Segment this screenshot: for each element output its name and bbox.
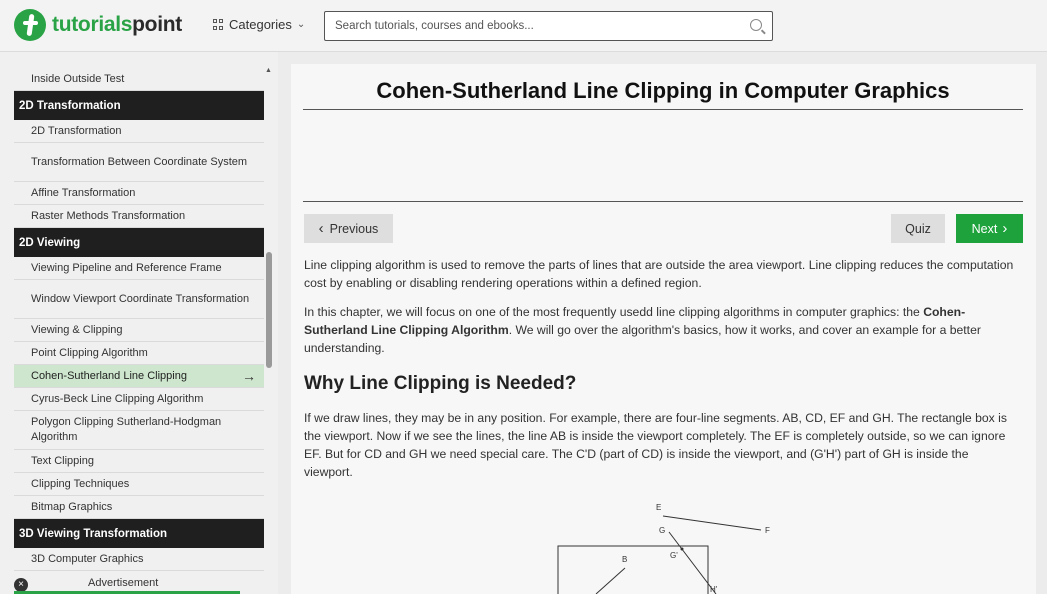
point-g-prime <box>680 547 684 551</box>
title-divider <box>303 109 1023 110</box>
logo-icon <box>14 9 46 41</box>
previous-button[interactable]: ‹ Previous <box>304 214 393 243</box>
sidebar-item[interactable]: Polygon Clipping Sutherland-Hodgman Algo… <box>14 411 264 450</box>
sidebar-item[interactable]: Viewing & Clipping <box>14 319 264 342</box>
sidebar-item-label: Viewing & Clipping <box>31 323 123 336</box>
advertisement-label: Advertisement <box>88 577 159 589</box>
top-header: tutorialspoint Categories ⌄ <box>0 0 1047 52</box>
sidebar-item-label: Transformation Between Coordinate System <box>31 155 248 168</box>
sidebar-item-active[interactable]: Cohen-Sutherland Line Clipping → <box>14 365 264 388</box>
sidebar-item-label: Viewing Pipeline and Reference Frame <box>31 261 222 274</box>
sidebar-item-label: Point Clipping Algorithm <box>31 346 148 359</box>
site-logo[interactable]: tutorialspoint <box>14 9 182 41</box>
sidebar-item[interactable]: Affine Transformation <box>14 182 264 205</box>
sidebar-item[interactable]: Point Clipping Algorithm <box>14 342 264 365</box>
logo-text-part-2: point <box>132 13 182 36</box>
line-clipping-diagram: E F G G' B H' <box>557 503 770 594</box>
sidebar-item-label: Text Clipping <box>31 454 94 467</box>
line-ef <box>662 515 762 531</box>
body-paragraph: If we draw lines, they may be in any pos… <box>304 411 1007 479</box>
next-label: Next <box>971 221 998 236</box>
ad-space-divider <box>303 201 1023 202</box>
sidebar-item-label: Bitmap Graphics <box>31 500 113 513</box>
sidebar-item[interactable]: 2D Transformation <box>14 120 264 143</box>
scroll-up-icon[interactable]: ▲ <box>265 67 272 74</box>
sidebar-item[interactable]: Viewing Pipeline and Reference Frame <box>14 257 264 280</box>
logo-text-part-1: tutorials <box>52 13 133 36</box>
label-g: G <box>659 526 665 535</box>
quiz-button[interactable]: Quiz <box>891 214 945 243</box>
sidebar-item[interactable]: Raster Methods Transformation <box>14 205 264 228</box>
sidebar-item-label: 2D Transformation <box>31 124 122 137</box>
sidebar: ▲ Inside Outside Test 2D Transformation 2D… <box>0 52 278 594</box>
search-icon[interactable] <box>750 19 762 31</box>
line-gh <box>668 531 717 594</box>
intro-paragraph-2-start: In this chapter, we will focus on one of… <box>304 305 924 319</box>
logo-text: tutorialspoint <box>52 13 182 37</box>
sidebar-section-heading: 2D Viewing <box>14 228 264 257</box>
sidebar-item-label: Cyrus-Beck Line Clipping Algorithm <box>31 392 204 405</box>
sidebar-item[interactable]: Transformation Between Coordinate System <box>14 143 264 182</box>
next-button[interactable]: Next › <box>956 214 1023 243</box>
arrow-right-icon: → <box>242 367 256 384</box>
line-ab <box>595 567 626 594</box>
sidebar-item[interactable]: 3D Computer Graphics <box>14 548 264 571</box>
sidebar-item-label: Affine Transformation <box>31 186 136 199</box>
sidebar-item[interactable]: Bitmap Graphics <box>14 496 264 519</box>
label-b: B <box>622 555 627 564</box>
section-heading: Why Line Clipping is Needed? <box>304 373 577 394</box>
sidebar-item[interactable]: Clipping Techniques <box>14 473 264 496</box>
intro-paragraph-2: In this chapter, we will focus on one of… <box>304 303 1019 357</box>
label-g-prime: G' <box>670 551 678 560</box>
quiz-label: Quiz <box>905 221 931 236</box>
sidebar-item[interactable]: Inside Outside Test <box>14 68 264 91</box>
sidebar-item-label: Window Viewport Coordinate Transformatio… <box>31 292 250 305</box>
sidebar-section-heading: 2D Transformation <box>14 91 264 120</box>
sidebar-item[interactable]: Cyrus-Beck Line Clipping Algorithm <box>14 388 264 411</box>
sidebar-scrollbar[interactable] <box>266 252 272 368</box>
sidebar-item-label: Clipping Techniques <box>31 477 130 490</box>
close-icon[interactable]: × <box>14 578 28 592</box>
chevron-left-icon: ‹ <box>318 220 324 237</box>
sidebar-item[interactable]: Text Clipping <box>14 450 264 473</box>
sidebar-nav-list: Inside Outside Test 2D Transformation 2D T… <box>14 68 264 571</box>
sidebar-item-label: 3D Computer Graphics <box>31 552 144 565</box>
sidebar-item-label: Cohen-Sutherland Line Clipping <box>31 369 187 382</box>
search-box <box>324 11 773 41</box>
main-content: Cohen-Sutherland Line Clipping in Comput… <box>291 64 1036 594</box>
search-input[interactable] <box>325 12 725 40</box>
categories-dropdown[interactable]: Categories ⌄ <box>213 17 305 32</box>
grid-icon <box>213 19 224 30</box>
page-title: Cohen-Sutherland Line Clipping in Comput… <box>376 78 950 103</box>
intro-paragraph-1: Line clipping algorithm is used to remov… <box>304 258 1014 290</box>
label-h-prime: H' <box>710 585 718 594</box>
sidebar-item-label: Raster Methods Transformation <box>31 209 186 222</box>
categories-label: Categories <box>229 17 292 32</box>
previous-label: Previous <box>329 221 379 236</box>
chevron-down-icon: ⌄ <box>296 19 306 30</box>
sidebar-item-label: Inside Outside Test <box>31 72 125 85</box>
chevron-right-icon: › <box>1002 220 1008 237</box>
sidebar-section-heading: 3D Viewing Transformation <box>14 519 264 548</box>
label-f: F <box>765 526 770 535</box>
sidebar-item-label: Polygon Clipping Sutherland-Hodgman Algo… <box>31 416 222 443</box>
label-e: E <box>656 503 661 512</box>
sidebar-item[interactable]: Window Viewport Coordinate Transformatio… <box>14 280 264 319</box>
